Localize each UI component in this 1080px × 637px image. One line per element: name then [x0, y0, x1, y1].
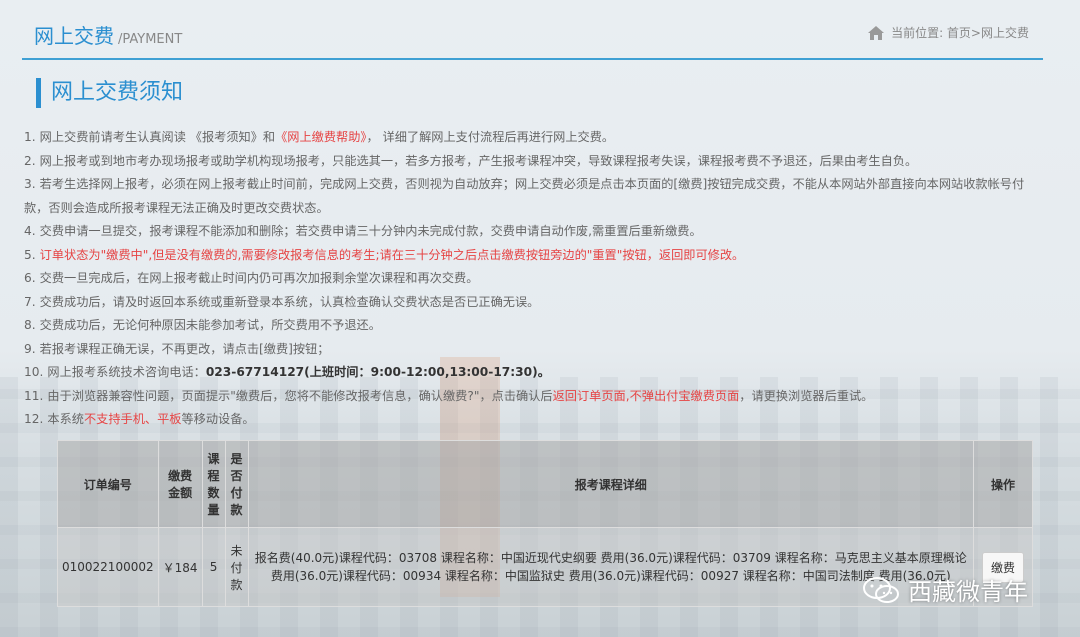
notice-number: 8. — [24, 318, 36, 332]
notice-number: 12. — [24, 412, 44, 426]
notice-number: 1. — [24, 130, 36, 144]
notice-text: ， 详细了解网上支付流程后再进行网上交费。 — [366, 130, 615, 144]
page-title-text: 网上交费 — [34, 24, 114, 48]
paid-status-cell: 未付款 — [224, 527, 249, 607]
notice-item: 5. 订单状态为"缴费中",但是没有缴费的,需要修改报考信息的考生;请在三十分钟之… — [24, 244, 1044, 268]
notice-text: 等移动设备。 — [181, 412, 255, 426]
notice-item: 4. 交费申请一旦提交，报考课程不能添加和删除；若交费申请三十分钟内未完成付款，交… — [24, 220, 1044, 244]
notice-item: 7. 交费成功后，请及时返回本系统或重新登录本系统，认真检查确认交费状态是否已正确… — [24, 291, 1044, 315]
notice-item: 1. 网上交费前请考生认真阅读 《报考须知》和《网上缴费帮助》， 详细了解网上支付… — [24, 126, 1044, 150]
watermark: 西藏微青年 — [862, 572, 1028, 607]
order-no-cell: 010022100002 — [57, 527, 159, 607]
notice-item: 9. 若报考课程正确无误，不再更改，请点击[缴费]按钮； — [24, 338, 1044, 362]
notice-text: ，请更换浏览器后重试。 — [739, 388, 874, 403]
notice-text: 若报考课程正确无误，不再更改，请点击[缴费]按钮； — [39, 341, 330, 356]
notice-number: 10. — [24, 365, 44, 379]
notice-number: 7. — [24, 294, 36, 309]
notice-text: 若考生选择网上报考，必须在网上报考截止时间前，完成网上交费，否则视为自动放弃；网… — [24, 177, 1025, 215]
payment-page: 网上交费/PAYMENT 当前位置: 首页>网上交费 网上交费须知 1. 网上交费… — [0, 0, 1080, 637]
notice-text[interactable]: 不支持手机、平板 — [84, 412, 182, 426]
notice-text: 交费一旦完成后，在网上报考截止时间内仍可再次加报剩余堂次课程和再次交费。 — [39, 271, 479, 285]
notice-text: 网上报考或到地市考办现场报考或助学机构现场报考，只能选其一，若多方报考，产生报考… — [39, 153, 918, 168]
count-cell: 5 — [201, 527, 226, 607]
col-action: 操作 — [973, 440, 1033, 528]
notice-item: 6. 交费一旦完成后，在网上报考截止时间内仍可再次加报剩余堂次课程和再次交费。 — [24, 267, 1044, 291]
notice-item: 3. 若考生选择网上报考，必须在网上报考截止时间前，完成网上交费，否则视为自动放弃… — [24, 173, 1044, 220]
breadcrumb: 当前位置: 首页>网上交费 — [867, 24, 1029, 41]
amount-cell: ￥184 — [157, 527, 203, 607]
notice-number: 11. — [24, 388, 44, 403]
col-detail: 报考课程详细 — [247, 440, 975, 528]
page-title: 网上交费/PAYMENT — [34, 20, 182, 49]
notice-number: 2. — [24, 153, 36, 168]
notice-item: 11. 由于浏览器兼容性问题，页面提示"缴费后，您将不能修改报考信息，确认缴费?"… — [24, 385, 1044, 409]
breadcrumb-text[interactable]: 当前位置: 首页>网上交费 — [891, 24, 1029, 41]
page-subtitle: /PAYMENT — [118, 32, 183, 47]
notice-item: 10. 网上报考系统技术咨询电话：023-67714127(上班时间：9:00-1… — [24, 361, 1044, 385]
notice-text: 本系统 — [47, 412, 84, 426]
notice-item: 2. 网上报考或到地市考办现场报考或助学机构现场报考，只能选其一，若多方报考，产生… — [24, 150, 1044, 174]
notice-item: 8. 交费成功后，无论何种原因未能参加考试，所交费用不予退还。 — [24, 314, 1044, 338]
notice-text: 交费成功后，请及时返回本系统或重新登录本系统，认真检查确认交费状态是否已正确无误… — [39, 294, 540, 309]
col-paid: 是否付款 — [224, 440, 249, 528]
notice-text: 由于浏览器兼容性问题，页面提示"缴费后，您将不能修改报考信息，确认缴费?"，点击… — [47, 388, 553, 403]
col-count: 课程数量 — [201, 440, 226, 528]
notice-text: 023-67714127(上班时间：9:00-12:00,13:00-17:30… — [205, 365, 550, 379]
notice-number: 6. — [24, 271, 36, 285]
notice-item: 12. 本系统不支持手机、平板等移动设备。 — [24, 408, 1044, 432]
notice-text: 网上报考系统技术咨询电话： — [47, 365, 206, 379]
col-order-no: 订单编号 — [57, 440, 159, 528]
notice-text[interactable]: 《网上缴费帮助》 — [275, 130, 366, 144]
notice-text[interactable]: 订单状态为"缴费中",但是没有缴费的,需要修改报考信息的考生;请在三十分钟之后点… — [40, 248, 745, 262]
col-amount: 缴费金额 — [157, 440, 203, 528]
notice-text[interactable]: 返回订单页面,不弹出付宝缴费页面 — [553, 389, 740, 403]
table-header-row: 订单编号 缴费金额 课程数量 是否付款 报考课程详细 操作 — [57, 440, 1033, 528]
watermark-text: 西藏微青年 — [908, 578, 1028, 606]
page-header: 网上交费/PAYMENT 当前位置: 首页>网上交费 — [22, 18, 1043, 60]
section-title: 网上交费须知 — [36, 78, 183, 108]
notice-text: 网上交费前请考生认真阅读 《报考须知》和 — [39, 130, 276, 144]
notice-number: 4. — [24, 224, 36, 238]
notice-list: 1. 网上交费前请考生认真阅读 《报考须知》和《网上缴费帮助》， 详细了解网上支付… — [24, 126, 1044, 432]
notice-number: 3. — [24, 177, 36, 191]
home-icon — [868, 25, 885, 40]
notice-number: 5. — [24, 247, 36, 262]
notice-number: 9. — [24, 341, 36, 356]
wechat-icon — [863, 576, 899, 603]
notice-text: 交费申请一旦提交，报考课程不能添加和删除；若交费申请三十分钟内未完成付款，交费申… — [39, 224, 702, 238]
notice-text: 交费成功后，无论何种原因未能参加考试，所交费用不予退还。 — [39, 318, 381, 332]
